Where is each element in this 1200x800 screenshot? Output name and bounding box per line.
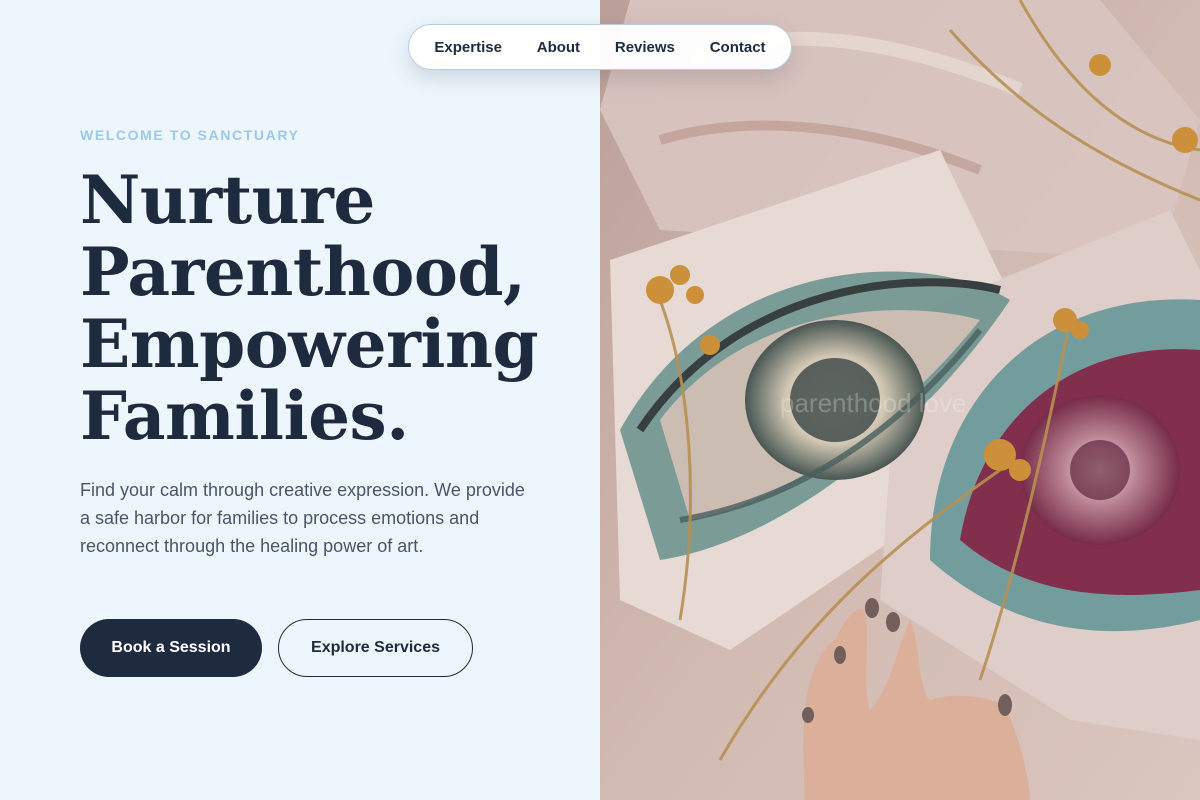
book-session-button[interactable]: Book a Session (80, 619, 262, 677)
nav-link-contact[interactable]: Contact (700, 33, 776, 62)
artwork-illustration: parenthood love (600, 0, 1200, 800)
explore-services-button[interactable]: Explore Services (278, 619, 473, 677)
headline-line: Parenthood, (80, 233, 526, 311)
headline-line: Empowering (80, 305, 539, 383)
hero-headline: Nurture Parenthood, Empowering Families. (80, 164, 580, 452)
nav-link-about[interactable]: About (527, 33, 590, 62)
hero-description: Find your calm through creative expressi… (80, 480, 525, 556)
hero-left-panel: WELCOME TO SANCTUARY Nurture Parenthood,… (0, 0, 600, 800)
image-watermark: parenthood love (780, 388, 966, 418)
hero-eyebrow: WELCOME TO SANCTUARY (80, 127, 300, 143)
headline-line: Nurture (80, 161, 375, 239)
hero-artwork-image: parenthood love (600, 0, 1200, 800)
headline-line: Families. (80, 377, 409, 455)
main-navigation: Expertise About Reviews Contact (408, 24, 792, 70)
nav-link-reviews[interactable]: Reviews (605, 33, 685, 62)
nav-link-expertise[interactable]: Expertise (424, 33, 512, 62)
